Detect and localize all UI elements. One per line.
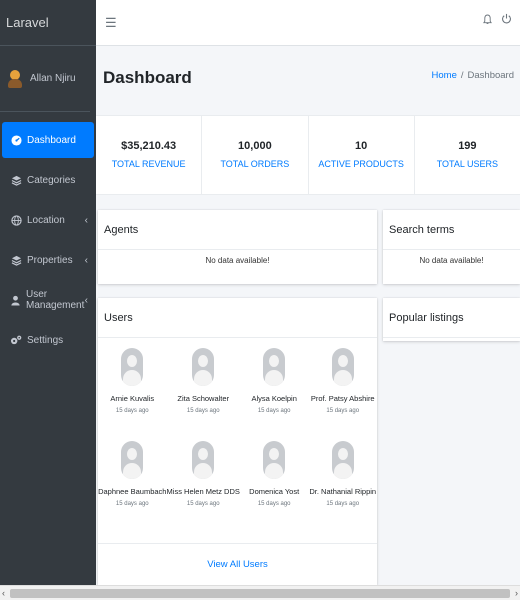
user-tile-time: 15 days ago — [326, 501, 360, 507]
layers-icon — [10, 174, 22, 186]
stats-card: $35,210.43 TOTAL REVENUE 10,000 TOTAL OR… — [96, 115, 520, 195]
sidebar-item-label: Location — [27, 214, 65, 226]
scroll-left-icon[interactable]: ‹ — [2, 588, 5, 598]
user-tile[interactable]: Domenica Yost 15 days ago — [240, 441, 309, 534]
user-panel[interactable]: Allan Njiru — [0, 46, 90, 112]
users-card: Users Arnie Kuvalis 15 days ago Zita Sch… — [98, 298, 377, 585]
breadcrumb-separator: / — [460, 70, 464, 81]
user-avatar — [121, 441, 144, 479]
scroll-right-icon[interactable]: › — [515, 588, 518, 598]
user-tile[interactable]: Miss Helen Metz DDS 15 days ago — [167, 441, 240, 534]
stat-value: 10,000 — [238, 140, 272, 152]
chevron-left-icon: ‹ — [84, 294, 88, 306]
top-navbar: ☰ — [96, 0, 520, 46]
sidebar-item-categories[interactable]: Categories — [2, 162, 94, 198]
user-avatar — [331, 441, 354, 479]
user-avatar — [121, 348, 144, 386]
user-tile-name[interactable]: Domenica Yost — [240, 487, 309, 496]
horizontal-scrollbar[interactable]: ‹ › — [0, 585, 520, 600]
user-tile-name[interactable]: Prof. Patsy Abshire — [308, 394, 377, 403]
user-tile[interactable]: Arnie Kuvalis 15 days ago — [98, 348, 167, 441]
sidebar-item-label: Properties — [27, 254, 73, 266]
user-tile-name[interactable]: Zita Schowalter — [167, 394, 240, 403]
stat-value: 10 — [355, 140, 368, 152]
sidebar-nav: Dashboard Categories Location ‹ Properti… — [0, 122, 96, 358]
chevron-left-icon: ‹ — [84, 254, 88, 266]
user-tile-time: 15 days ago — [186, 501, 220, 507]
page-title: Dashboard — [103, 68, 192, 87]
avatar — [8, 69, 22, 88]
stat-total-orders: 10,000 TOTAL ORDERS — [202, 116, 309, 194]
globe-icon — [10, 214, 22, 226]
user-tile-time: 15 days ago — [186, 408, 220, 414]
sidebar-item-settings[interactable]: Settings — [2, 322, 94, 358]
search-terms-card: Search terms No data available! — [383, 210, 520, 284]
user-tile-name[interactable]: Miss Helen Metz DDS — [167, 487, 240, 496]
power-icon[interactable] — [501, 13, 512, 27]
breadcrumb: Home / Dashboard — [432, 70, 514, 81]
users-grid: Arnie Kuvalis 15 days ago Zita Schowalte… — [98, 338, 377, 534]
menu-toggle-icon[interactable]: ☰ — [105, 15, 117, 31]
empty-message: No data available! — [205, 256, 270, 265]
layers-icon — [10, 254, 22, 266]
user-avatar — [192, 348, 215, 386]
view-all-users-link[interactable]: View All Users — [98, 543, 377, 585]
user-icon — [10, 294, 21, 306]
stat-label[interactable]: TOTAL REVENUE — [96, 159, 201, 169]
stat-total-revenue: $35,210.43 TOTAL REVENUE — [96, 116, 203, 194]
user-tile-time: 15 days ago — [115, 501, 149, 507]
user-avatar — [263, 348, 286, 386]
user-tile[interactable]: Dr. Nathanial Rippin 15 days ago — [308, 441, 377, 534]
breadcrumb-current: Dashboard — [467, 70, 514, 81]
card-title: Users — [98, 298, 377, 338]
sidebar-item-location[interactable]: Location ‹ — [2, 202, 94, 238]
bell-icon[interactable] — [483, 14, 492, 28]
scrollbar-thumb[interactable] — [10, 589, 510, 598]
user-tile-name[interactable]: Daphnee Baumbach — [98, 487, 167, 496]
user-tile[interactable]: Daphnee Baumbach 15 days ago — [98, 441, 167, 534]
sidebar-item-label: Categories — [27, 174, 76, 186]
sidebar-item-properties[interactable]: Properties ‹ — [2, 242, 94, 278]
user-tile[interactable]: Alysa Koelpin 15 days ago — [240, 348, 309, 441]
sidebar: Laravel Allan Njiru Dashboard Categories… — [0, 0, 96, 585]
user-tile-time: 15 days ago — [257, 408, 291, 414]
sidebar-item-label: Dashboard — [27, 134, 76, 146]
card-title: Search terms — [383, 210, 520, 250]
dashboard-icon — [10, 134, 22, 146]
user-tile-time: 15 days ago — [326, 408, 360, 414]
sidebar-item-user-management[interactable]: User Management ‹ — [2, 282, 94, 318]
chevron-left-icon: ‹ — [84, 214, 88, 226]
stat-active-products: 10 ACTIVE PRODUCTS — [309, 116, 415, 194]
user-tile-time: 15 days ago — [115, 408, 149, 414]
user-tile[interactable]: Prof. Patsy Abshire 15 days ago — [308, 348, 377, 441]
user-tile-name[interactable]: Alysa Koelpin — [240, 394, 309, 403]
stat-total-users: 199 TOTAL USERS — [415, 116, 520, 194]
empty-message: No data available! — [419, 256, 484, 265]
stat-value: $35,210.43 — [121, 140, 177, 152]
sidebar-item-label: Settings — [27, 334, 64, 346]
brand-link[interactable]: Laravel — [0, 0, 96, 46]
card-title: Popular listings — [383, 298, 520, 338]
user-avatar — [192, 441, 215, 479]
card-title: Agents — [98, 210, 377, 250]
breadcrumb-home-link[interactable]: Home — [432, 70, 457, 81]
user-avatar — [263, 441, 286, 479]
stat-label[interactable]: ACTIVE PRODUCTS — [309, 159, 414, 169]
sidebar-item-label: User Management — [26, 289, 85, 311]
cogs-icon — [10, 334, 22, 346]
stat-value: 199 — [458, 140, 477, 152]
sidebar-item-dashboard[interactable]: Dashboard — [2, 122, 94, 158]
user-avatar — [331, 348, 354, 386]
stat-label[interactable]: TOTAL USERS — [415, 159, 520, 169]
user-name: Allan Njiru — [30, 73, 76, 84]
user-tile[interactable]: Zita Schowalter 15 days ago — [167, 348, 240, 441]
user-tile-name[interactable]: Dr. Nathanial Rippin — [308, 487, 377, 496]
brand-name: Laravel — [6, 15, 49, 30]
user-tile-name[interactable]: Arnie Kuvalis — [98, 394, 167, 403]
agents-card: Agents No data available! — [98, 210, 377, 284]
user-tile-time: 15 days ago — [257, 501, 291, 507]
stat-label[interactable]: TOTAL ORDERS — [202, 159, 307, 169]
popular-listings-card: Popular listings — [383, 298, 520, 341]
